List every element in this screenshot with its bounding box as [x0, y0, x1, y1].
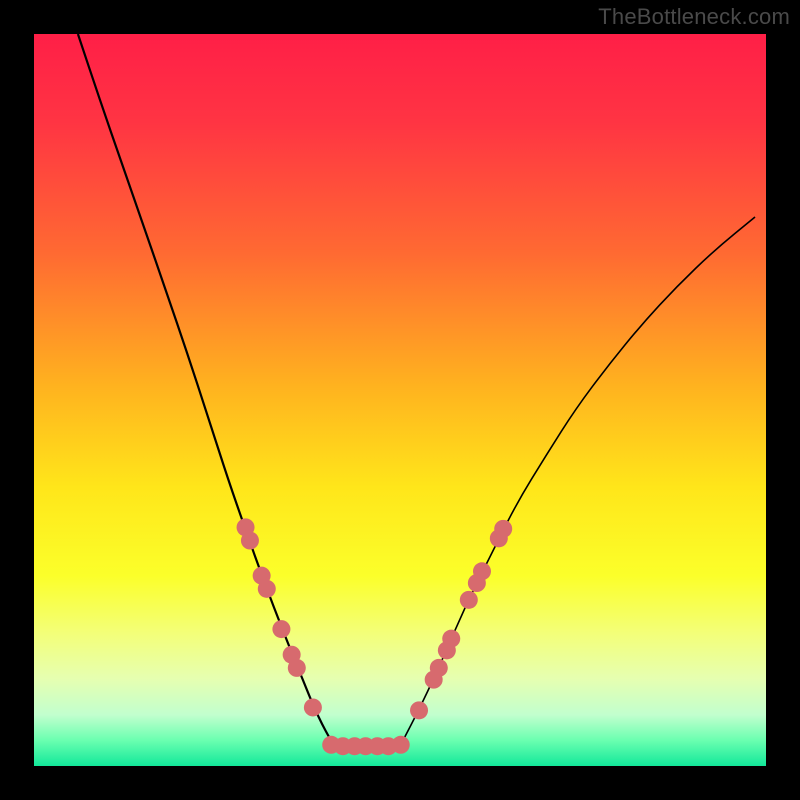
- marker-dot: [288, 659, 306, 677]
- marker-dot: [304, 698, 322, 716]
- marker-dot: [430, 659, 448, 677]
- marker-dot: [241, 532, 259, 550]
- marker-dot: [494, 520, 512, 538]
- watermark-text: TheBottleneck.com: [598, 4, 790, 30]
- marker-dot: [392, 736, 410, 754]
- marker-dot: [473, 562, 491, 580]
- stage: TheBottleneck.com: [0, 0, 800, 800]
- marker-dot: [442, 630, 460, 648]
- gradient-background: [34, 34, 766, 766]
- marker-dot: [410, 701, 428, 719]
- marker-dot: [272, 620, 290, 638]
- chart-svg: [0, 0, 800, 800]
- marker-dot: [460, 591, 478, 609]
- marker-dot: [258, 580, 276, 598]
